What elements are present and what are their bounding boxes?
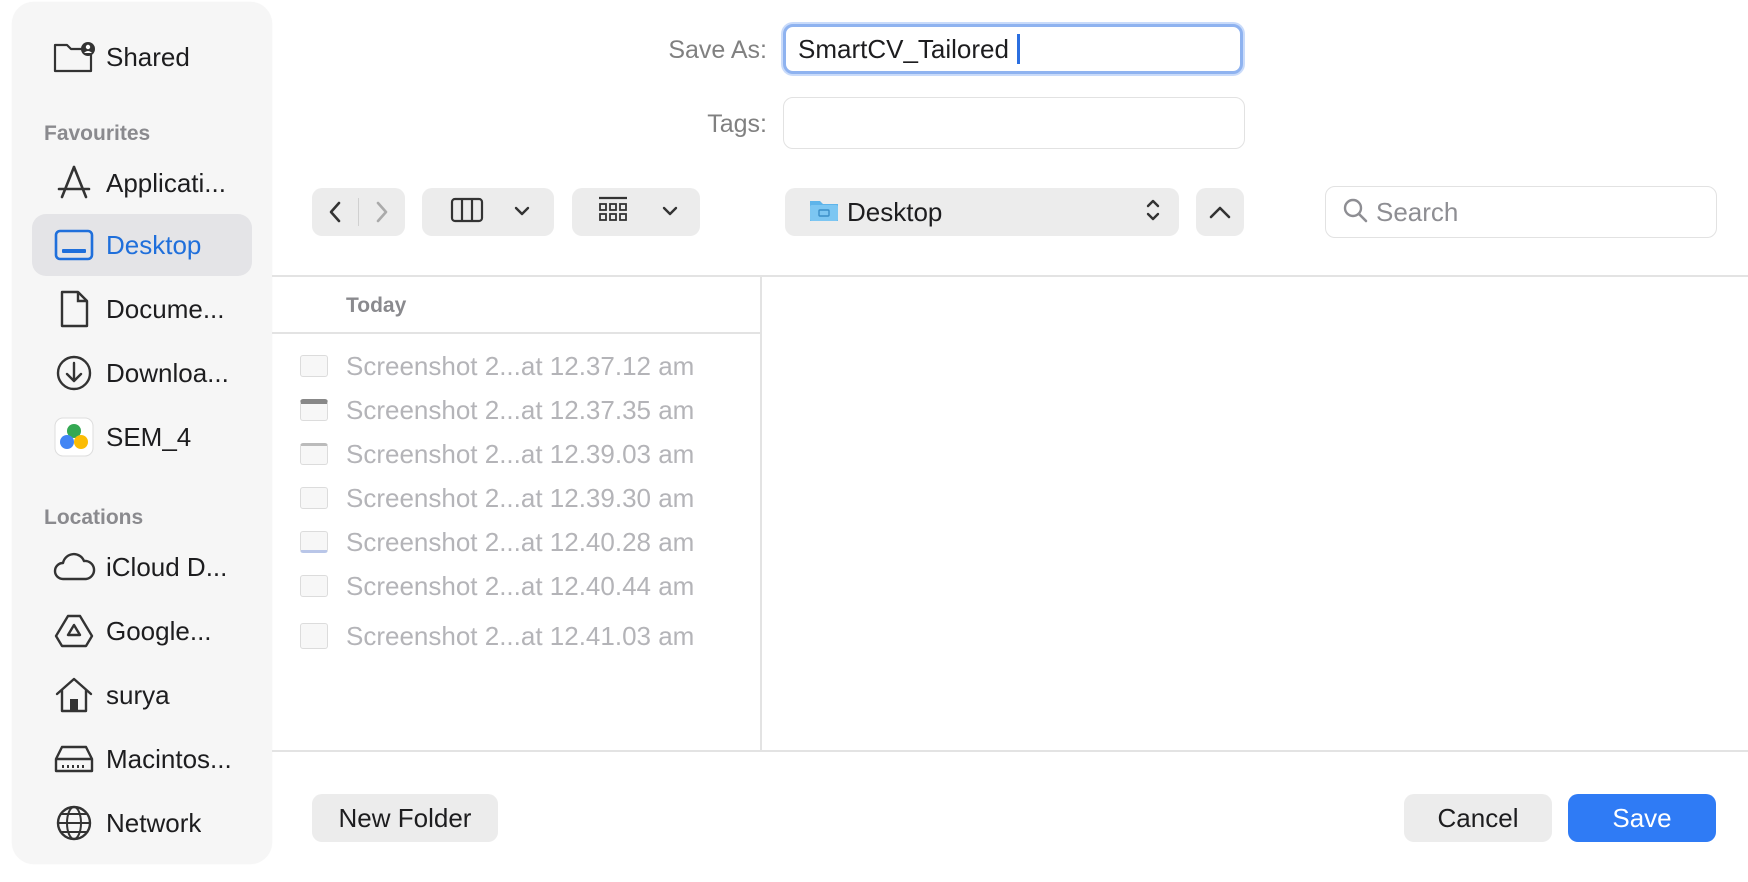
column-view-icon: [450, 197, 484, 228]
hard-drive-icon: [48, 733, 100, 785]
file-row[interactable]: Screenshot 2...at 12.41.03 am: [300, 616, 694, 656]
file-name: Screenshot 2...at 12.37.35 am: [346, 394, 695, 425]
file-row[interactable]: Screenshot 2...at 12.40.44 am: [300, 566, 694, 606]
location-popup[interactable]: Desktop: [785, 188, 1179, 236]
search-field[interactable]: Search: [1325, 186, 1717, 238]
screenshot-thumbnail-icon: [300, 443, 328, 465]
save-as-field[interactable]: SmartCV_Tailored: [783, 24, 1243, 74]
sidebar-item-label: Desktop: [106, 229, 202, 260]
sidebar-item-desktop[interactable]: Desktop: [32, 214, 252, 276]
column-header-divider: [272, 332, 761, 334]
globe-icon: [48, 797, 100, 849]
google-drive-icon: [48, 605, 100, 657]
file-row[interactable]: Screenshot 2...at 12.37.35 am: [300, 390, 694, 430]
grid-group-icon: [598, 196, 628, 229]
sidebar-item-label: Docume...: [106, 293, 225, 324]
file-name: Screenshot 2...at 12.39.03 am: [346, 438, 695, 469]
shared-folder-icon: [48, 31, 100, 83]
sidebar-item-label: Downloa...: [106, 357, 229, 388]
new-folder-button[interactable]: New Folder: [312, 794, 498, 842]
screenshot-thumbnail-icon: [300, 487, 328, 509]
expand-collapse-button[interactable]: [1196, 188, 1244, 236]
sidebar-item-icloud[interactable]: iCloud D...: [32, 536, 252, 598]
location-label: Desktop: [847, 196, 943, 227]
footer-divider: [272, 750, 1748, 752]
back-forward-buttons: [312, 188, 405, 236]
group-button[interactable]: [572, 188, 700, 236]
sidebar-item-label: surya: [106, 679, 170, 710]
file-row[interactable]: Screenshot 2...at 12.37.12 am: [300, 346, 694, 386]
locations-header: Locations: [44, 506, 144, 529]
screenshot-thumbnail-icon: [300, 575, 328, 597]
sidebar-item-label: Shared: [106, 41, 190, 72]
chevron-left-icon: [329, 201, 341, 223]
search-icon: [1342, 197, 1368, 228]
file-name: Screenshot 2...at 12.40.44 am: [346, 570, 695, 601]
tags-label: Tags:: [707, 110, 767, 138]
applications-icon: [48, 157, 100, 209]
desktop-icon: [48, 219, 100, 271]
cloud-icon: [48, 541, 100, 593]
sidebar-item-label: iCloud D...: [106, 551, 228, 582]
chevron-down-icon: [662, 203, 678, 221]
favourites-header: Favourites: [44, 122, 151, 145]
file-name: Screenshot 2...at 12.37.12 am: [346, 350, 695, 381]
sidebar-item-documents[interactable]: Docume...: [32, 278, 252, 340]
save-as-value: SmartCV_Tailored: [798, 33, 1009, 64]
file-name: Screenshot 2...at 12.41.03 am: [346, 620, 695, 651]
sidebar: Shared Favourites Applicati... Desktop D…: [12, 2, 272, 864]
screenshot-thumbnail-icon: [300, 623, 328, 649]
up-down-chevron-icon: [1145, 197, 1161, 228]
sidebar-item-label: Google...: [106, 615, 212, 646]
chevron-down-icon: [514, 203, 530, 221]
column-divider: [760, 276, 762, 751]
cancel-button[interactable]: Cancel: [1404, 794, 1552, 842]
sidebar-item-sem4[interactable]: SEM_4: [32, 406, 252, 468]
chevron-up-icon: [1209, 206, 1231, 219]
sidebar-item-downloads[interactable]: Downloa...: [32, 342, 252, 404]
section-header-today: Today: [346, 294, 407, 317]
document-icon: [48, 283, 100, 335]
tags-field[interactable]: [783, 97, 1245, 149]
sidebar-item-home[interactable]: surya: [32, 664, 252, 726]
back-button[interactable]: [312, 188, 358, 236]
home-icon: [48, 669, 100, 721]
file-row[interactable]: Screenshot 2...at 12.39.30 am: [300, 478, 694, 518]
sidebar-item-label: SEM_4: [106, 421, 192, 452]
sidebar-item-macintosh-hd[interactable]: Macintos...: [32, 728, 252, 790]
toolbar-divider: [272, 275, 1748, 277]
sidebar-item-google-drive[interactable]: Google...: [32, 600, 252, 662]
screenshot-thumbnail-icon: [300, 531, 328, 553]
save-button[interactable]: Save: [1568, 794, 1716, 842]
sidebar-item-applications[interactable]: Applicati...: [32, 152, 252, 214]
chevron-right-icon: [376, 201, 388, 223]
text-caret: [1016, 34, 1020, 64]
google-drive-color-icon: [48, 411, 100, 463]
view-mode-button[interactable]: [422, 188, 554, 236]
file-row[interactable]: Screenshot 2...at 12.40.28 am: [300, 522, 694, 562]
forward-button[interactable]: [359, 188, 405, 236]
sidebar-item-shared[interactable]: Shared: [32, 26, 252, 88]
sidebar-item-label: Macintos...: [106, 743, 232, 774]
search-placeholder: Search: [1376, 196, 1459, 227]
sidebar-item-label: Network: [106, 807, 202, 838]
download-icon: [48, 347, 100, 399]
save-as-label: Save As:: [668, 36, 767, 64]
sidebar-item-label: Applicati...: [106, 167, 226, 198]
screenshot-thumbnail-icon: [300, 355, 328, 377]
file-name: Screenshot 2...at 12.39.30 am: [346, 482, 695, 513]
sidebar-item-network[interactable]: Network: [32, 792, 252, 854]
file-row[interactable]: Screenshot 2...at 12.39.03 am: [300, 434, 694, 474]
folder-icon: [809, 198, 839, 227]
screenshot-thumbnail-icon: [300, 399, 328, 421]
file-name: Screenshot 2...at 12.40.28 am: [346, 526, 695, 557]
